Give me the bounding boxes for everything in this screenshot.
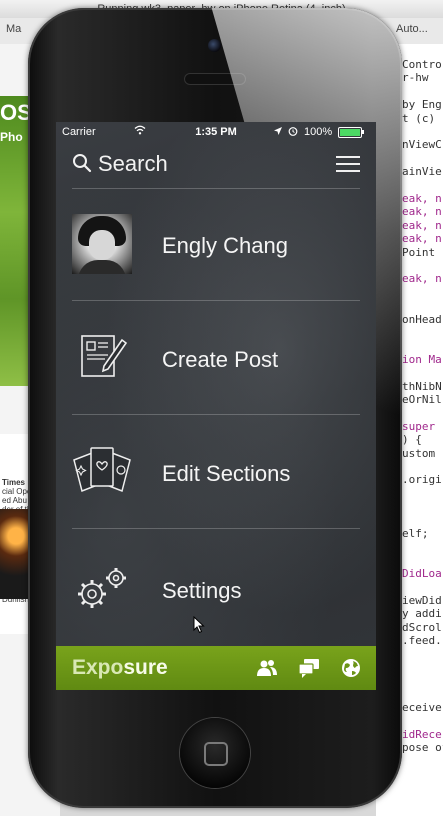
earpiece-speaker: [185, 74, 245, 84]
mouse-cursor-icon: [193, 616, 205, 634]
code-line: pose of: [402, 741, 443, 755]
code-line: DidLoa: [402, 567, 442, 581]
menu-item-label: Engly Chang: [162, 233, 288, 258]
code-line: eak, n: [402, 232, 442, 246]
menu-item-create-post[interactable]: Create Post: [56, 302, 376, 414]
code-line: thNibN: [402, 379, 442, 393]
battery-icon: [338, 127, 362, 138]
location-arrow-icon: [274, 127, 282, 135]
code-line: eak, n: [402, 192, 442, 205]
code-line: eak, n: [402, 218, 442, 232]
cards-icon: [73, 447, 131, 493]
code-line: eceive: [402, 701, 442, 715]
background-photo-text: Pho: [0, 130, 23, 144]
avatar: [72, 214, 132, 274]
battery-percentage: 100%: [304, 126, 333, 138]
code-line: y addi: [402, 607, 442, 621]
home-button-icon: [204, 742, 228, 766]
divider: [72, 414, 360, 415]
alarm-clock-icon: [288, 127, 298, 136]
menu-item-label: Edit Sections: [162, 461, 291, 486]
code-line: ) {: [402, 433, 422, 447]
bottom-tab-bar: Exposure: [56, 646, 376, 690]
search-icon: [73, 154, 92, 173]
gears-icon: [78, 568, 126, 608]
code-line: by Eng: [402, 98, 442, 112]
code-line: super: [402, 419, 436, 433]
menu-item-settings[interactable]: Settings: [56, 530, 376, 642]
code-line: ion Ma: [402, 352, 442, 366]
code-line: t (c): [402, 111, 436, 125]
code-line: dScrol: [402, 620, 442, 634]
code-line: eOrNil: [402, 393, 442, 406]
hamburger-menu-icon[interactable]: [336, 156, 360, 174]
divider: [72, 528, 360, 529]
news-line: Times: [2, 478, 25, 487]
divider: [72, 300, 360, 301]
code-line: iewDid: [402, 594, 442, 607]
code-line: elf;: [402, 527, 429, 540]
search-label: Search: [98, 151, 168, 176]
code-line: idRece: [402, 728, 442, 741]
status-bar: Carrier 1:35 PM 100%: [56, 122, 376, 142]
home-button[interactable]: [180, 718, 250, 788]
search-bar[interactable]: Search: [56, 144, 376, 188]
people-icon[interactable]: [256, 657, 278, 679]
code-line: ustom: [402, 446, 436, 460]
menu-item-profile[interactable]: Engly Chang: [56, 188, 376, 300]
app-screen: Carrier 1:35 PM 100% Search Engly Chang …: [56, 122, 376, 690]
editor-tab[interactable]: Ma: [6, 23, 21, 35]
app-brand-logo[interactable]: Exposure: [72, 656, 168, 680]
code-line: Contro: [402, 58, 442, 71]
create-post-icon: [81, 335, 128, 377]
menu-item-label: Settings: [162, 578, 242, 603]
front-camera: [208, 39, 221, 52]
code-line: onHead: [402, 312, 442, 326]
editor-tab-auto[interactable]: Auto...: [396, 23, 428, 35]
menu-item-edit-sections[interactable]: Edit Sections: [56, 416, 376, 528]
code-line: eak, n: [402, 205, 442, 219]
code-line: .feed.: [402, 634, 442, 648]
code-line: Point: [402, 245, 436, 259]
code-line: eak, n: [402, 272, 442, 286]
battery-level: [340, 129, 360, 136]
globe-icon[interactable]: [340, 657, 362, 679]
code-line: ainVie: [402, 165, 442, 179]
chat-icon[interactable]: [298, 657, 320, 679]
code-line: r-hw: [402, 71, 429, 85]
menu-item-label: Create Post: [162, 347, 279, 372]
code-line: nViewC: [402, 138, 442, 152]
battery-nub: [362, 130, 364, 134]
code-line: .origi: [402, 473, 442, 487]
